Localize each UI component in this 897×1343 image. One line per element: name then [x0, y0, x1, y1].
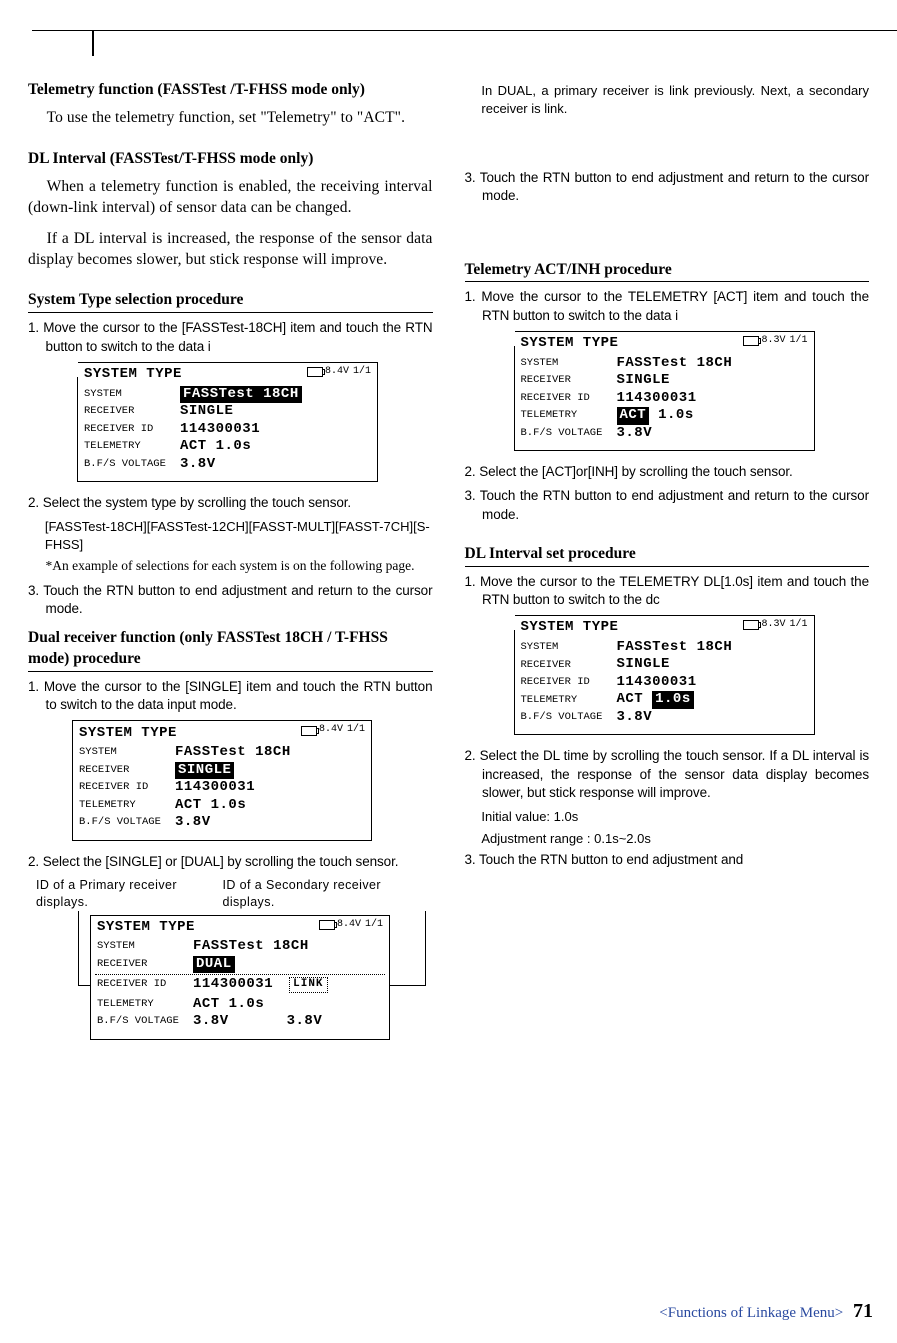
step-text: 2. Select the [ACT]or[INH] by scrolling …	[465, 463, 870, 481]
lcd-value: FASSTest 18CH	[193, 938, 309, 956]
section-title-telemetry-fn: Telemetry function (FASSTest /T-FHSS mod…	[28, 80, 433, 102]
lcd-label: SYSTEM	[79, 746, 167, 759]
lcd-value: SINGLE	[617, 372, 670, 390]
lcd-label: RECEIVER ID	[521, 676, 609, 689]
lcd-label: RECEIVER ID	[84, 423, 172, 436]
step-text: 1. Move the cursor to the [SINGLE] item …	[28, 678, 433, 714]
section-title-telemetry-act-proc: Telemetry ACT/INH procedure	[465, 260, 870, 283]
lcd-value: 114300031	[617, 390, 697, 408]
lcd-label: RECEIVER ID	[79, 781, 167, 794]
step-text: 3. Touch the RTN button to end adjustmen…	[28, 582, 433, 618]
step-text: 2. Select the system type by scrolling t…	[28, 494, 433, 512]
lcd-title: SYSTEM TYPE	[521, 335, 619, 353]
lcd-label: TELEMETRY	[84, 440, 172, 453]
lcd-value: ACT 1.0s	[617, 691, 694, 709]
lcd-label: SYSTEM	[97, 940, 185, 953]
step-subtext: [FASSTest-18CH][FASSTest-12CH][FASST-MUL…	[45, 518, 433, 553]
lcd-title: SYSTEM TYPE	[84, 366, 182, 384]
lcd-value: ACT 1.0s	[617, 407, 694, 425]
step-text: 3. Touch the RTN button to end adjustmen…	[465, 487, 870, 523]
lcd-label: RECEIVER	[79, 764, 167, 777]
footnote: *An example of selections for each syste…	[46, 557, 433, 575]
lcd-value: SINGLE	[180, 403, 233, 421]
lcd-label: RECEIVER	[84, 405, 172, 418]
lcd-label: RECEIVER	[521, 374, 609, 387]
step-subtext: Initial value: 1.0s	[481, 808, 869, 826]
lcd-screenshot: SYSTEM TYPE 8.3V1/1 SYSTEMFASSTest 18CH …	[515, 615, 815, 735]
step-text: 2. Select the [SINGLE] or [DUAL] by scro…	[28, 853, 433, 871]
lcd-label: SYSTEM	[521, 357, 609, 370]
lcd-label: B.F/S VOLTAGE	[521, 711, 609, 724]
lcd-value-selected: FASSTest 18CH	[180, 386, 302, 404]
callout-text: ID of a Secondary receiver displays.	[223, 877, 423, 911]
lcd-label: TELEMETRY	[521, 409, 609, 422]
lcd-value: FASSTest 18CH	[617, 355, 733, 373]
step-text: 1. Move the cursor to the TELEMETRY DL[1…	[465, 573, 870, 609]
lcd-value: ACT 1.0s	[175, 797, 246, 815]
lcd-title: SYSTEM TYPE	[79, 725, 177, 743]
lcd-title: SYSTEM TYPE	[521, 619, 619, 637]
step-subtext: Adjustment range : 0.1s~2.0s	[481, 830, 869, 848]
lcd-value: 3.8V	[175, 814, 211, 832]
section-title-dl-interval: DL Interval (FASSTest/T-FHSS mode only)	[28, 149, 433, 171]
step-text: 3. Touch the RTN button to end adjustmen…	[465, 169, 870, 205]
lcd-value: FASSTest 18CH	[175, 744, 291, 762]
lcd-value: 114300031	[617, 674, 697, 692]
lcd-label: SYSTEM	[521, 641, 609, 654]
lcd-label: SYSTEM	[84, 388, 172, 401]
lcd-value: 3.8V3.8V	[193, 1013, 322, 1031]
lcd-label: RECEIVER	[521, 659, 609, 672]
section-title-dl-interval-proc: DL Interval set procedure	[465, 544, 870, 567]
battery-indicator: 8.3V1/1	[743, 335, 807, 348]
paragraph: If a DL interval is increased, the respo…	[28, 229, 433, 271]
lcd-label: B.F/S VOLTAGE	[84, 458, 172, 471]
lcd-screenshot: SYSTEM TYPE 8.4V1/1 SYSTEMFASSTest 18CH …	[78, 362, 378, 482]
lcd-value: ACT 1.0s	[180, 438, 251, 456]
lcd-screenshot: SYSTEM TYPE 8.3V1/1 SYSTEMFASSTest 18CH …	[515, 331, 815, 451]
lcd-label: TELEMETRY	[97, 998, 185, 1011]
lcd-title: SYSTEM TYPE	[97, 919, 195, 937]
callout-text: ID of a Primary receiver displays.	[36, 877, 223, 911]
lcd-label: TELEMETRY	[79, 799, 167, 812]
step-text: 3. Touch the RTN button to end adjustmen…	[465, 851, 870, 869]
battery-indicator: 8.3V1/1	[743, 619, 807, 632]
section-title-system-type-proc: System Type selection procedure	[28, 290, 433, 313]
lcd-value: 3.8V	[617, 709, 653, 727]
lcd-label: B.F/S VOLTAGE	[97, 1015, 185, 1028]
lcd-label: B.F/S VOLTAGE	[521, 427, 609, 440]
lcd-dual-figure: SYSTEM TYPE 8.4V1/1 SYSTEMFASSTest 18CH …	[68, 915, 428, 1040]
lcd-value: 114300031	[180, 421, 260, 439]
lcd-value: SINGLE	[617, 656, 670, 674]
footer-section-label: <Functions of Linkage Menu>	[659, 1305, 843, 1321]
lcd-label: B.F/S VOLTAGE	[79, 816, 167, 829]
lcd-label: RECEIVER ID	[97, 978, 185, 991]
paragraph: To use the telemetry function, set "Tele…	[28, 108, 433, 129]
step-text: 2. Select the DL time by scrolling the t…	[465, 747, 870, 802]
lcd-value: 114300031	[193, 976, 273, 994]
lcd-screenshot: SYSTEM TYPE 8.4V1/1 SYSTEMFASSTest 18CH …	[72, 720, 372, 840]
paragraph: When a telemetry function is enabled, th…	[28, 177, 433, 219]
lcd-value: 3.8V	[617, 425, 653, 443]
lcd-value: ACT 1.0s	[193, 996, 264, 1014]
battery-indicator: 8.4V1/1	[319, 919, 383, 932]
lcd-value-selected: DUAL	[193, 956, 235, 974]
lcd-label: RECEIVER	[97, 958, 185, 971]
lcd-label: TELEMETRY	[521, 694, 609, 707]
lcd-value: 3.8V	[180, 456, 216, 474]
lcd-value: FASSTest 18CH	[617, 639, 733, 657]
lcd-value-selected: SINGLE	[175, 762, 234, 780]
battery-indicator: 8.4V1/1	[301, 724, 365, 737]
step-text: 1. Move the cursor to the [FASSTest-18CH…	[28, 319, 433, 355]
step-subtext: In DUAL, a primary receiver is link prev…	[481, 82, 869, 117]
page-number: 71	[853, 1300, 873, 1322]
lcd-screenshot: SYSTEM TYPE 8.4V1/1 SYSTEMFASSTest 18CH …	[90, 915, 390, 1040]
page-footer: <Functions of Linkage Menu> 71	[659, 1298, 873, 1325]
lcd-value: 114300031	[175, 779, 255, 797]
page-header-rule	[32, 30, 37, 40]
battery-indicator: 8.4V1/1	[307, 366, 371, 379]
step-text: 1. Move the cursor to the TELEMETRY [ACT…	[465, 288, 870, 324]
lcd-label: RECEIVER ID	[521, 392, 609, 405]
section-title-dual-rx-proc: Dual receiver function (only FASSTest 18…	[28, 628, 433, 672]
lcd-link-label: LINK	[289, 977, 327, 993]
